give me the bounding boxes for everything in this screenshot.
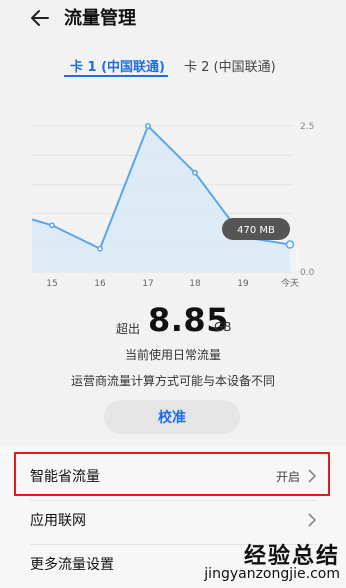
over-limit-label: 超出 xyxy=(116,322,141,336)
back-arrow-icon[interactable] xyxy=(28,6,52,30)
tab-sim2[interactable]: 卡 2 (中国联通) xyxy=(184,56,276,75)
usage-chart: 15 16 17 18 19 今天 2.5 0.0 470 MB xyxy=(31,122,315,289)
top-bar: 流量管理 xyxy=(0,0,346,44)
tab-sim1[interactable]: 卡 1 (中国联通) xyxy=(70,56,165,75)
highlight-box xyxy=(14,452,330,496)
annotation-label: 470 MB xyxy=(237,225,275,236)
x-tick-label: 19 xyxy=(237,279,249,289)
usage-caption: 当前使用日常流量 xyxy=(124,348,221,362)
x-tick-label: 17 xyxy=(142,279,153,289)
watermark: 经验总结 jingyanzongjie.com xyxy=(204,538,340,582)
x-tick-label: 15 xyxy=(46,279,57,289)
page-title: 流量管理 xyxy=(64,8,136,29)
y-tick-label: 0.0 xyxy=(300,268,315,278)
usage-unit: GB xyxy=(214,320,232,334)
app-network-row[interactable]: 应用联网 xyxy=(0,496,346,544)
x-tick-label: 今天 xyxy=(281,277,299,289)
sim-tabs: 卡 1 (中国联通) 卡 2 (中国联通) xyxy=(0,56,346,86)
y-tick-label: 2.5 xyxy=(300,122,314,132)
x-tick-label: 18 xyxy=(189,279,201,289)
operator-note: 运营商流量计算方式可能与本设备不同 xyxy=(70,374,275,388)
data-point xyxy=(49,222,55,229)
data-point xyxy=(145,123,151,129)
data-point xyxy=(97,245,103,252)
active-tab-indicator xyxy=(64,75,168,77)
app-network-label: 应用联网 xyxy=(30,513,86,529)
x-tick-label: 16 xyxy=(94,279,106,289)
more-data-settings-label: 更多流量设置 xyxy=(30,557,114,573)
watermark-url: jingyanzongjie.com xyxy=(204,566,340,582)
data-point xyxy=(285,240,295,249)
chevron-right-icon xyxy=(308,513,317,527)
data-point xyxy=(192,169,198,176)
calibrate-button[interactable]: 校准 xyxy=(104,400,240,434)
usage-area xyxy=(32,126,290,272)
